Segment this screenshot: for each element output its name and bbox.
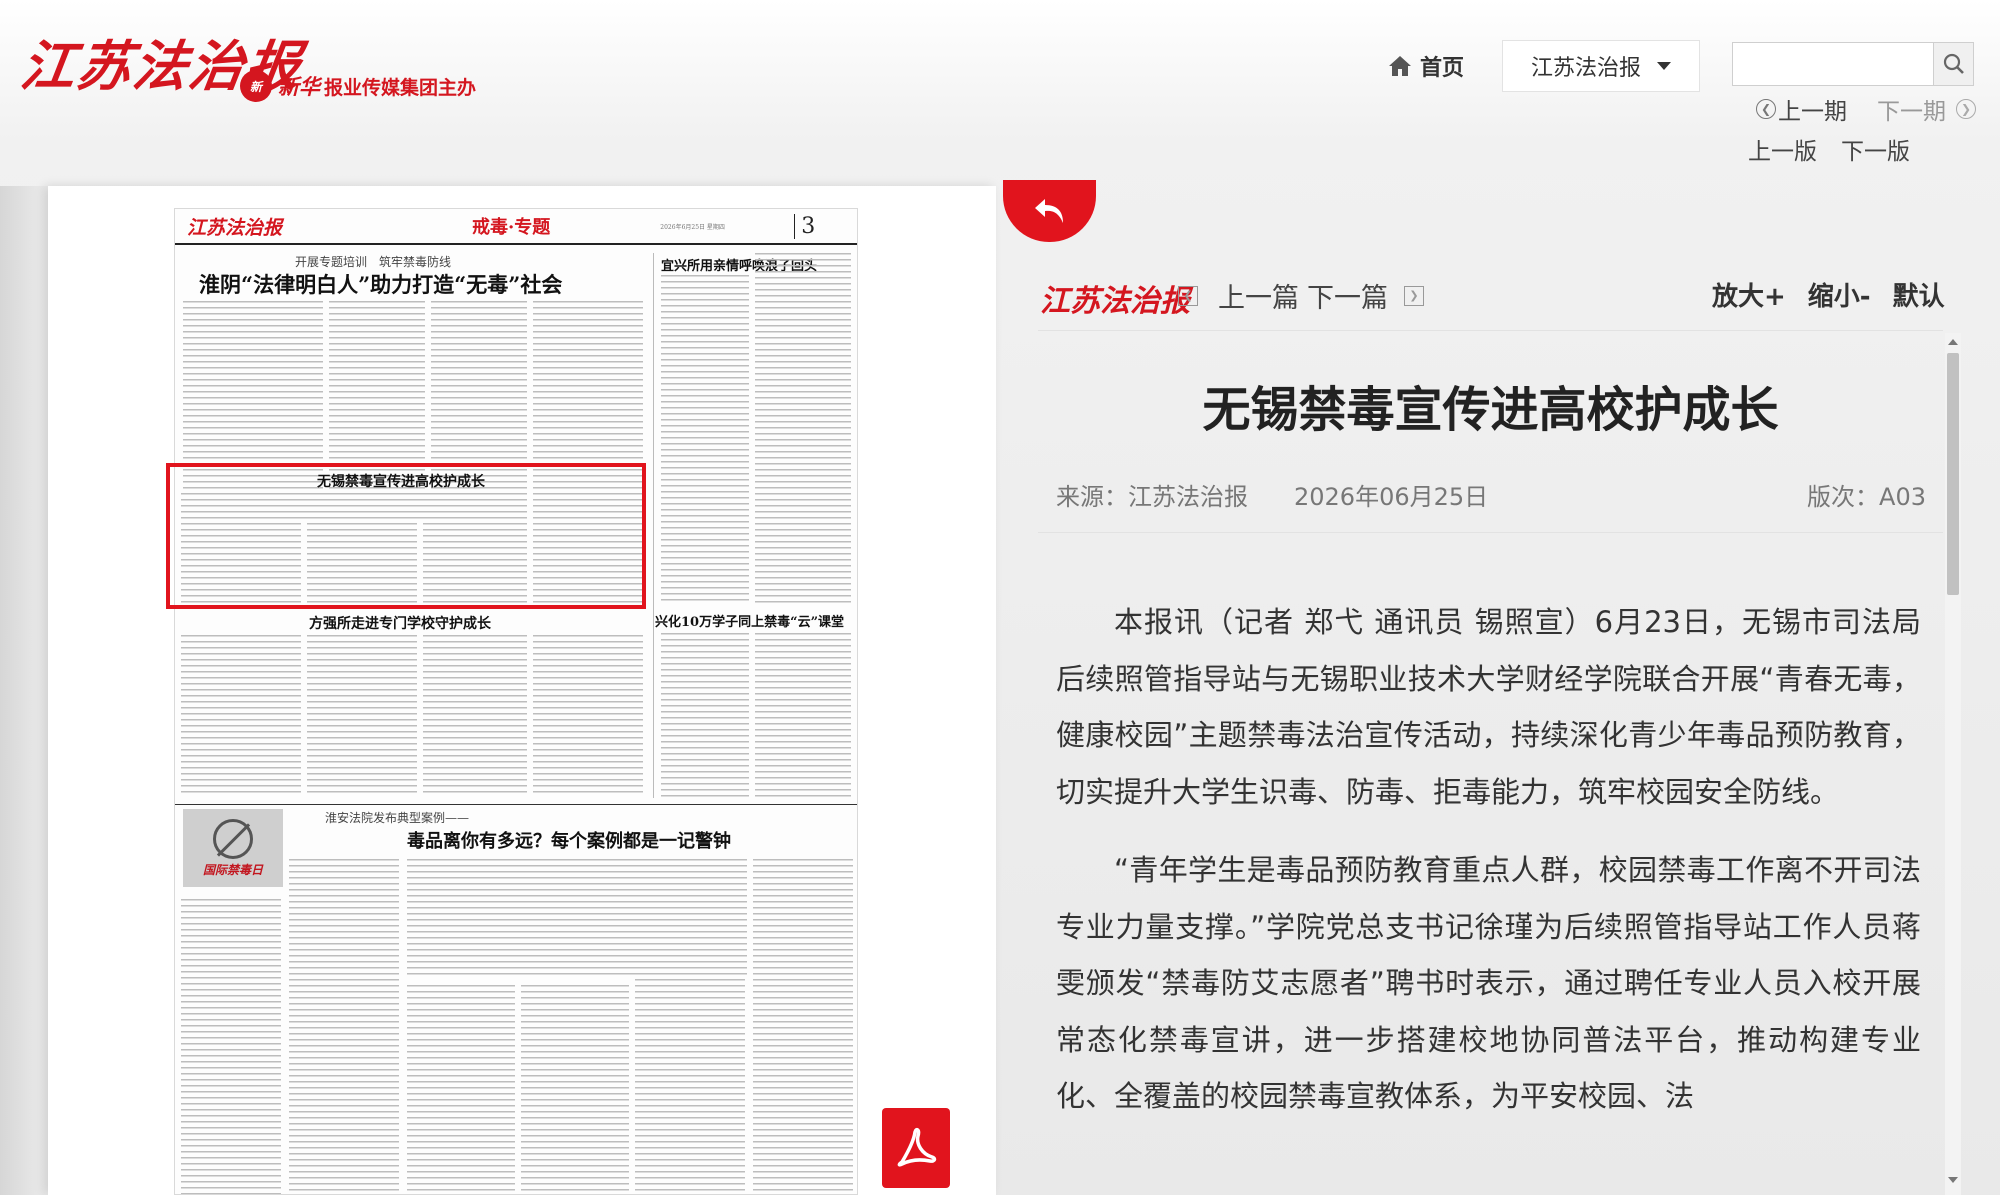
pdf-download-button[interactable]: [882, 1108, 950, 1188]
xinhua-logo-icon: 新: [240, 70, 272, 102]
search-icon: [1943, 53, 1964, 74]
photo-caption: 国际禁毒日: [202, 862, 263, 877]
prev-article-link[interactable]: 上一篇: [1218, 276, 1299, 315]
story-kicker: 淮安法院发布典型案例——: [325, 811, 470, 825]
zoom-out-button[interactable]: 缩小-: [1808, 276, 1871, 313]
story-text-block: [755, 253, 851, 605]
scrollbar-thumb[interactable]: [1947, 353, 1959, 595]
home-label: 首页: [1420, 56, 1465, 81]
prev-page-link[interactable]: 上一版: [1748, 132, 1817, 166]
search-input[interactable]: [1733, 43, 1933, 85]
left-edge-shadow: [0, 186, 48, 1195]
story-headline[interactable]: 淮阴“法律明白人”助力打造“无毒”社会: [199, 269, 562, 299]
article-source: 来源：江苏法治报: [1056, 483, 1248, 511]
article-scrollbar[interactable]: [1945, 333, 1961, 1195]
chevron-left-icon[interactable]: ❮: [1178, 285, 1198, 306]
story-text-block: [289, 859, 399, 1194]
next-article-link[interactable]: 下一篇: [1307, 276, 1388, 315]
article-body: 本报讯（记者 郑弋 通讯员 锡照宣）6月23日，无锡市司法局后续照管指导站与无锡…: [1056, 594, 1921, 1147]
scroll-down-icon[interactable]: [1948, 1177, 1958, 1183]
next-page-link[interactable]: 下一版: [1841, 132, 1910, 166]
sponsor-line: 新 新华 报业传媒集团主办: [240, 70, 476, 102]
newspaper-logo: 江苏法治报: [187, 216, 283, 239]
zoom-in-button[interactable]: 放大+: [1712, 276, 1786, 313]
no-drugs-icon: [213, 818, 253, 859]
newspaper-section: 戒毒·专题: [472, 217, 551, 238]
back-arrow-icon: [1034, 199, 1063, 223]
story-text-block: [307, 635, 417, 795]
article-date: 2026年06月25日: [1294, 483, 1489, 511]
issue-nav: ❮ 上一期 下一期 ❯: [1756, 92, 1976, 126]
newspaper-date: 2026年6月25日 星期四: [660, 223, 725, 231]
story-text-block: [661, 633, 749, 799]
newspaper-masthead-bar: 江苏法治报 戒毒·专题 2026年6月25日 星期四 3: [175, 209, 857, 245]
story-text-block: [635, 859, 745, 1194]
article-edition: 版次：A03: [1807, 483, 1926, 511]
home-link[interactable]: 首页: [1388, 50, 1464, 82]
meta-divider: [1038, 532, 1943, 533]
story-text-block: [753, 859, 853, 1194]
story-text-block: [181, 635, 301, 795]
column-rule: [653, 253, 654, 798]
paper-select-value: 江苏法治报: [1530, 56, 1641, 81]
newspaper-page-number: 3: [794, 213, 815, 239]
story-text-block: [521, 985, 629, 1194]
next-issue-label: 下一期: [1877, 99, 1946, 125]
selected-article-highlight[interactable]: [166, 463, 646, 609]
story-headline[interactable]: 毒品离你有多远？每个案例都是一记警钟: [407, 827, 731, 853]
scroll-up-icon[interactable]: [1948, 339, 1958, 345]
article-logo: 江苏法治报: [1040, 284, 1190, 319]
story-kicker: 开展专题培训 筑牢禁毒防线: [295, 255, 452, 269]
back-button[interactable]: [1003, 180, 1096, 242]
search-button[interactable]: [1933, 43, 1973, 85]
article-paragraph: “青年学生是毒品预防教育重点人群，校园禁毒工作离不开司法专业力量支撑。”学院党总…: [1056, 853, 1921, 1113]
prev-issue-link[interactable]: ❮ 上一期: [1756, 92, 1847, 126]
story-text-block: [423, 635, 527, 795]
newspaper-page-image[interactable]: 江苏法治报 戒毒·专题 2026年6月25日 星期四 3 开展专题培训 筑牢禁毒…: [174, 208, 858, 1195]
story-text-block: [755, 633, 851, 799]
article-meta: 来源：江苏法治报 2026年06月25日 版次：A03: [1056, 477, 1926, 512]
article-toolbar-divider: [1038, 330, 1943, 331]
anti-drug-day-photo: 国际禁毒日: [183, 809, 283, 887]
sponsor-brand: 新华: [278, 74, 320, 99]
story-text-block: [661, 275, 749, 605]
story-text-block: [533, 635, 643, 795]
story-text-block: [407, 985, 515, 1194]
zoom-default-button[interactable]: 默认: [1893, 276, 1945, 313]
article-content: 无锡禁毒宣传进高校护成长 来源：江苏法治报 2026年06月25日 版次：A03…: [1038, 332, 1943, 1195]
caret-down-icon: [1657, 62, 1671, 70]
article-title: 无锡禁毒宣传进高校护成长: [1202, 384, 1779, 437]
story-text-block: [181, 899, 281, 1194]
next-issue-link[interactable]: 下一期 ❯: [1877, 92, 1976, 126]
story-headline[interactable]: 兴化10万学子同上禁毒“云”课堂: [655, 611, 844, 630]
article-nav: ❮ 上一篇 下一篇 ❯: [1178, 276, 1424, 315]
story-headline[interactable]: 方强所走进专门学校守护成长: [309, 613, 491, 633]
article-paragraph: 本报讯（记者 郑弋 通讯员 锡照宣）6月23日，无锡市司法局后续照管指导站与无锡…: [1056, 605, 1921, 809]
chevron-left-icon: ❮: [1756, 99, 1776, 119]
prev-issue-label: 上一期: [1778, 99, 1847, 125]
page-nav: 上一版 下一版: [1748, 132, 1910, 166]
sponsor-text: 报业传媒集团主办: [324, 76, 477, 99]
chevron-right-icon: ❯: [1956, 99, 1976, 119]
paper-select[interactable]: 江苏法治报: [1502, 40, 1700, 92]
zoom-controls: 放大+ 缩小- 默认: [1712, 276, 1945, 313]
search-box: [1732, 42, 1974, 86]
chevron-right-icon[interactable]: ❯: [1404, 285, 1424, 306]
section-rule: [175, 804, 857, 805]
home-icon: [1389, 56, 1411, 76]
pdf-icon: [897, 1127, 937, 1167]
